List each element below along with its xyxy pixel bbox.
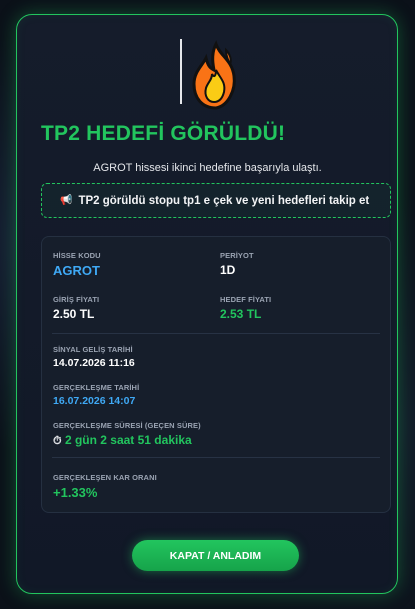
modal-title: TP2 HEDEFİ GÖRÜLDÜ! <box>41 122 286 145</box>
duration-row: ⏱ 2 gün 2 saat 51 dakika <box>53 433 192 448</box>
target-price-value: 2.53 TL <box>220 307 262 321</box>
profit-value: +1.33% <box>53 485 98 500</box>
symbol-label: HİSSE KODU <box>53 251 101 260</box>
note-text: TP2 görüldü stopu tp1 e çek ve yeni hede… <box>78 194 370 207</box>
stopwatch-icon: ⏱ <box>53 435 62 447</box>
duration-label: GERÇEKLEŞME SÜRESİ (GEÇEN SÜRE) <box>53 421 201 430</box>
megaphone-icon: 📢 <box>60 195 73 206</box>
target-price-label: HEDEF FİYATI <box>220 295 272 304</box>
entry-price-value: 2.50 TL <box>53 307 95 321</box>
realized-date-label: GERÇEKLEŞME TARİHİ <box>53 383 140 392</box>
signal-date-label: SİNYAL GELİŞ TARİHİ <box>53 345 133 354</box>
modal-subtitle: AGROT hissesi ikinci hedefine başarıyla … <box>93 162 322 174</box>
entry-price-label: GİRİŞ FİYATI <box>53 295 100 304</box>
period-label: PERİYOT <box>220 251 254 260</box>
signal-date-value: 14.07.2026 11:16 <box>53 357 135 369</box>
symbol-value: AGROT <box>53 263 100 278</box>
profit-label: GERÇEKLEŞEN KAR ORANI <box>53 473 157 482</box>
duration-value: 2 gün 2 saat 51 dakika <box>64 433 192 447</box>
close-button[interactable]: KAPAT / ANLADIM <box>132 540 299 571</box>
fire-icon <box>192 40 236 110</box>
divider-bar <box>180 39 182 104</box>
divider <box>52 457 380 458</box>
note-box: 📢 TP2 görüldü stopu tp1 e çek ve yeni he… <box>41 183 391 218</box>
realized-date-value: 16.07.2026 14:07 <box>53 395 136 407</box>
period-value: 1D <box>220 263 236 277</box>
details-card: HİSSE KODU AGROT PERİYOT 1D GİRİŞ FİYATI… <box>41 236 391 513</box>
divider <box>52 333 380 334</box>
